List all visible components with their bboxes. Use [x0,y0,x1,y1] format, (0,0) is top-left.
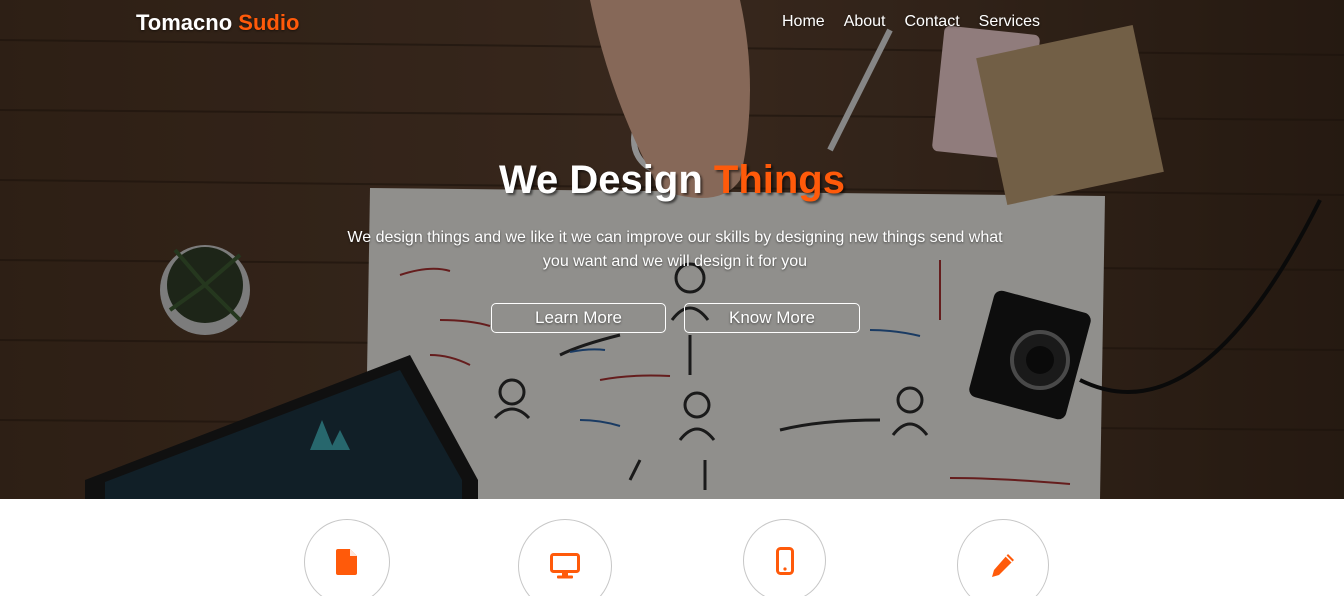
service-item-design[interactable] [957,519,1049,596]
brand-name: Tomacno [136,10,233,35]
hero-title-main: We Design [499,158,703,202]
mobile-phone-icon [775,546,794,575]
monitor-icon [550,553,580,579]
hero-description: We design things and we like it we can i… [347,229,1003,270]
service-item-mobile[interactable] [743,519,826,596]
brand-logo[interactable]: Tomacno Sudio [136,10,299,36]
document-icon [336,549,357,575]
services-section [0,499,1344,596]
service-item-document[interactable] [304,519,390,596]
pencil-icon [992,554,1014,577]
service-item-desktop[interactable] [518,519,612,596]
hero-title-accent: Things [713,158,845,202]
hero-title: We Design Things [0,158,1344,203]
learn-more-button[interactable]: Learn More [491,303,666,333]
brand-name-accent: Sudio [238,10,300,35]
nav-contact-link[interactable]: Contact [905,13,960,31]
nav-home-link[interactable]: Home [782,13,825,31]
nav-about-link[interactable]: About [844,13,886,31]
nav-services-link[interactable]: Services [979,13,1040,31]
know-more-button[interactable]: Know More [684,303,860,333]
hero-section: Tomacno Sudio Home About Contact Service… [0,0,1344,499]
main-nav: Home About Contact Services [782,13,1059,31]
